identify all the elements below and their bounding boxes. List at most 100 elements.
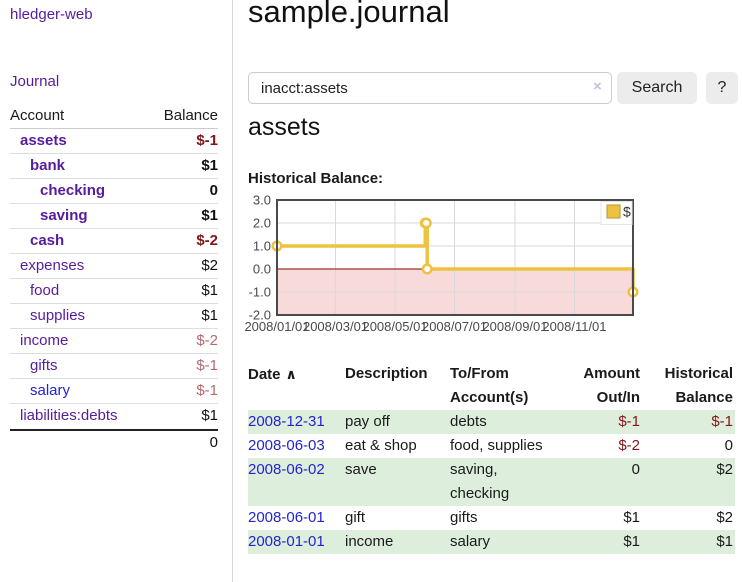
svg-text:2008/03/01: 2008/03/01 (303, 319, 368, 334)
register-cell-accounts: debts (450, 410, 583, 434)
main-content: sample.journal × Search ? assets Histori… (248, 0, 742, 582)
sidebar-account-link[interactable]: cash (10, 229, 64, 253)
accounts-list: assets $-1 bank $1 checking 0 saving $1 … (10, 129, 218, 429)
register-cell-date: 2008-06-01 (248, 506, 345, 530)
sidebar-account-link[interactable]: bank (10, 154, 65, 178)
register-cell-amount: $1 (583, 530, 642, 554)
sidebar-account-row: bank $1 (10, 154, 218, 179)
register-cell-balance: $2 (642, 458, 735, 506)
register-cell-accounts: food, supplies (450, 434, 583, 458)
register-row: 2008-06-01 gift gifts $1 $2 (248, 506, 735, 530)
register-cell-amount: $1 (583, 506, 642, 530)
sidebar-account-row: cash $-2 (10, 229, 218, 254)
register-cell-accounts: gifts (450, 506, 583, 530)
svg-text:2008/11/01: 2008/11/01 (542, 319, 606, 334)
accounts-total-value: 0 (210, 431, 218, 454)
accounts-total-row: 0 (10, 429, 218, 454)
sidebar-account-row: food $1 (10, 279, 218, 304)
register-row: 2008-06-03 eat & shop food, supplies $-2… (248, 434, 735, 458)
register-cell-date: 2008-06-02 (248, 458, 345, 506)
register-header-amount: Amount Out/In (583, 362, 642, 410)
sidebar-account-link[interactable]: food (10, 279, 59, 303)
sidebar-account-balance: $1 (201, 279, 218, 303)
sidebar-account-balance: $-1 (196, 379, 218, 403)
sidebar-account-row: assets $-1 (10, 129, 218, 154)
svg-text:2.0: 2.0 (253, 216, 271, 231)
register-cell-accounts: salary (450, 530, 583, 554)
sidebar-account-link[interactable]: liabilities:debts (10, 404, 118, 429)
help-button[interactable]: ? (706, 72, 738, 104)
svg-text:$: $ (623, 204, 631, 220)
register-table: Date∧ Description To/From Account(s) Amo… (248, 362, 735, 554)
svg-text:2008/07/01: 2008/07/01 (422, 319, 487, 334)
historical-balance-chart: $3.02.01.00.0-1.0-2.02008/01/012008/03/0… (240, 192, 640, 344)
accounts-table-header: Account Balance (10, 104, 218, 129)
register-header-balance: Historical Balance (642, 362, 735, 410)
sidebar: hledger-web Journal Account Balance asse… (0, 0, 233, 582)
accounts-table: Account Balance assets $-1 bank $1 check… (10, 104, 218, 454)
register-cell-date: 2008-06-03 (248, 434, 345, 458)
register-header-description: Description (345, 362, 450, 410)
sidebar-account-balance: 0 (210, 179, 218, 203)
register-cell-description: pay off (345, 410, 450, 434)
brand-link[interactable]: hledger-web (10, 6, 93, 23)
register-row: 2008-01-01 income salary $1 $1 (248, 530, 735, 554)
sort-asc-icon: ∧ (286, 366, 297, 382)
svg-text:0.0: 0.0 (253, 262, 271, 277)
sidebar-account-link[interactable]: expenses (10, 254, 84, 278)
sidebar-account-link[interactable]: salary (10, 379, 70, 403)
sidebar-account-link[interactable]: saving (10, 204, 88, 228)
search-input[interactable] (248, 72, 612, 104)
transaction-date-link[interactable]: 2008-06-02 (248, 461, 325, 478)
sidebar-account-row: checking 0 (10, 179, 218, 204)
sidebar-account-row: expenses $2 (10, 254, 218, 279)
register-cell-balance: $-1 (642, 410, 735, 434)
chart-canvas: $3.02.01.00.0-1.0-2.02008/01/012008/03/0… (240, 192, 640, 344)
register-cell-date: 2008-01-01 (248, 530, 345, 554)
sidebar-account-link[interactable]: gifts (10, 354, 58, 378)
register-cell-amount: $-2 (583, 434, 642, 458)
transaction-date-link[interactable]: 2008-06-03 (248, 437, 325, 454)
register-cell-balance: $1 (642, 530, 735, 554)
register-cell-description: income (345, 530, 450, 554)
sidebar-account-row: income $-2 (10, 329, 218, 354)
page-title: sample.journal (248, 0, 450, 30)
sidebar-account-balance: $2 (201, 254, 218, 278)
sidebar-account-balance: $-2 (196, 229, 218, 253)
register-cell-description: save (345, 458, 450, 506)
register-header-accounts: To/From Account(s) (450, 362, 583, 410)
transaction-date-link[interactable]: 2008-12-31 (248, 413, 325, 430)
sidebar-account-link[interactable]: income (10, 329, 68, 353)
register-cell-date: 2008-12-31 (248, 410, 345, 434)
sidebar-account-balance: $1 (201, 154, 218, 178)
nav-journal-link[interactable]: Journal (10, 73, 59, 90)
register-row: 2008-12-31 pay off debts $-1 $-1 (248, 410, 735, 434)
register-cell-accounts: saving, checking (450, 458, 583, 506)
svg-text:2008/09/01: 2008/09/01 (482, 319, 547, 334)
accounts-header-account: Account (10, 104, 64, 128)
clear-search-icon[interactable]: × (593, 79, 602, 95)
sidebar-account-balance: $-1 (196, 129, 218, 153)
sidebar-account-link[interactable]: supplies (10, 304, 85, 328)
sidebar-account-balance: $-2 (196, 329, 218, 353)
register-cell-amount: 0 (583, 458, 642, 506)
sidebar-account-row: gifts $-1 (10, 354, 218, 379)
sidebar-account-link[interactable]: checking (10, 179, 105, 203)
svg-text:3.0: 3.0 (253, 193, 271, 208)
transaction-date-link[interactable]: 2008-06-01 (248, 509, 325, 526)
register-row: 2008-06-02 save saving, checking 0 $2 (248, 458, 735, 506)
svg-text:1.0: 1.0 (253, 239, 271, 254)
sidebar-account-row: salary $-1 (10, 379, 218, 404)
transaction-date-link[interactable]: 2008-01-01 (248, 533, 325, 550)
sidebar-account-balance: $-1 (196, 354, 218, 378)
search-button[interactable]: Search (617, 72, 697, 104)
register-cell-balance: 0 (642, 434, 735, 458)
account-heading: assets (248, 113, 320, 142)
register-header-row: Date∧ Description To/From Account(s) Amo… (248, 362, 735, 410)
svg-text:-1.0: -1.0 (249, 285, 271, 300)
sidebar-account-link[interactable]: assets (10, 129, 67, 153)
register-cell-amount: $-1 (583, 410, 642, 434)
register-cell-description: eat & shop (345, 434, 450, 458)
register-cell-description: gift (345, 506, 450, 530)
register-header-date[interactable]: Date∧ (248, 362, 345, 410)
